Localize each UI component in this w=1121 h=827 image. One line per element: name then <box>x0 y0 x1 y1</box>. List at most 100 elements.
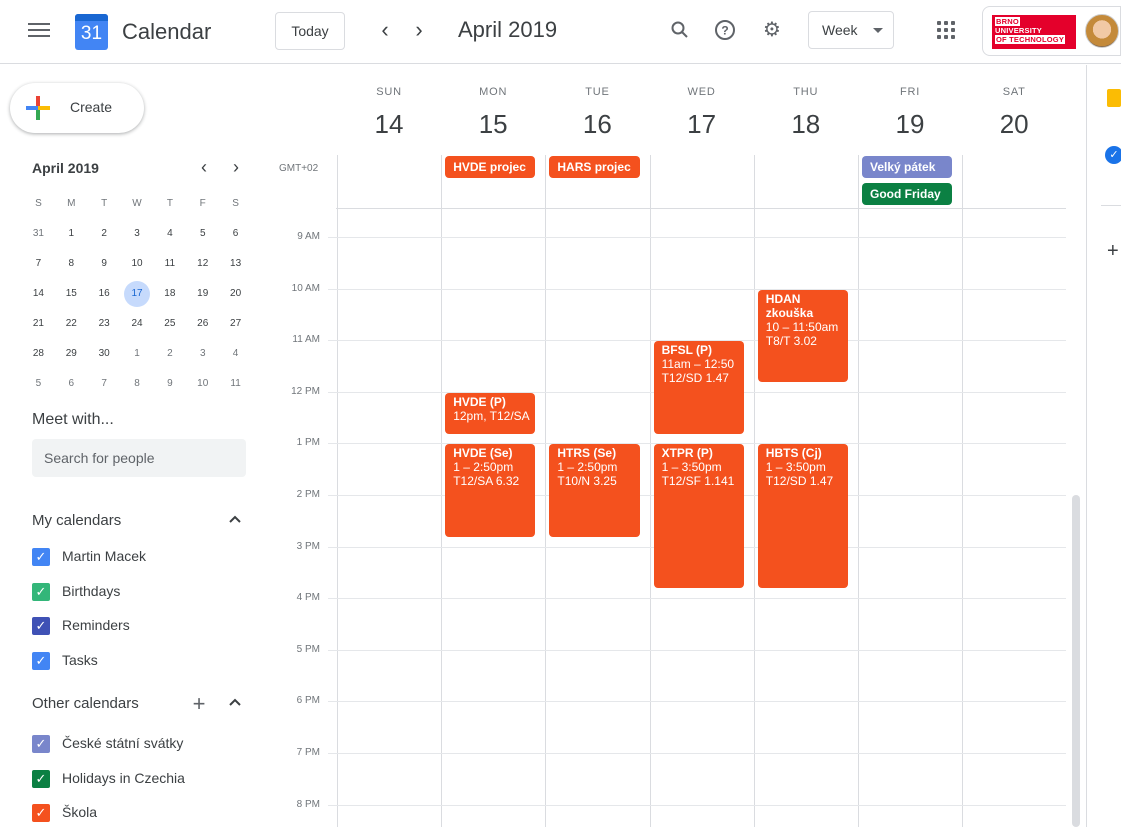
search-people-input[interactable] <box>32 439 246 477</box>
search-icon[interactable] <box>665 15 695 45</box>
mini-day[interactable]: 22 <box>55 309 88 339</box>
day-number[interactable]: 15 <box>441 109 545 140</box>
all-day-event[interactable]: Good Friday <box>862 183 953 205</box>
other-calendars-title[interactable]: Other calendars <box>32 695 139 712</box>
checkbox-checked-icon[interactable]: ✓ <box>32 651 50 670</box>
day-number[interactable]: 16 <box>545 109 649 140</box>
mini-day[interactable]: 5 <box>186 219 219 249</box>
calendar-item[interactable]: ✓ Holidays in Czechia <box>32 767 252 791</box>
mini-day[interactable]: 23 <box>88 309 121 339</box>
day-number[interactable]: 17 <box>650 109 754 140</box>
day-number[interactable]: 18 <box>754 109 858 140</box>
mini-day[interactable]: 8 <box>55 249 88 279</box>
mini-day[interactable]: 14 <box>22 279 55 309</box>
mini-next-month-icon[interactable]: › <box>225 156 247 178</box>
day-number[interactable]: 14 <box>337 109 441 140</box>
calendar-item[interactable]: ✓ Martin Macek <box>32 545 252 569</box>
calendar-event[interactable]: HVDE (Se) 1 – 2:50pm T12/SA 6.32 <box>445 444 536 537</box>
all-day-event[interactable]: HARS projec <box>549 156 640 178</box>
mini-prev-month-icon[interactable]: ‹ <box>193 156 215 178</box>
scrollbar[interactable] <box>1072 495 1080 827</box>
calendar-event[interactable]: HVDE (P) 12pm, T12/SA <box>445 392 536 434</box>
view-select[interactable]: Week <box>808 11 894 49</box>
calendar-event[interactable]: HBTS (Cj) 1 – 3:50pm T12/SD 1.47 <box>757 444 848 589</box>
mini-day[interactable]: 9 <box>153 369 186 399</box>
mini-day[interactable]: 15 <box>55 279 88 309</box>
mini-day[interactable]: 6 <box>219 219 252 249</box>
mini-day[interactable]: 20 <box>219 279 252 309</box>
mini-day[interactable]: 21 <box>22 309 55 339</box>
mini-day[interactable]: 3 <box>121 219 154 249</box>
keep-icon[interactable] <box>1107 89 1121 107</box>
mini-day[interactable]: 4 <box>153 219 186 249</box>
mini-day[interactable]: 9 <box>88 249 121 279</box>
calendar-event[interactable]: BFSL (P) 11am – 12:50 T12/SD 1.47 <box>653 341 744 434</box>
mini-day[interactable]: 25 <box>153 309 186 339</box>
mini-day[interactable]: 5 <box>22 369 55 399</box>
day-header[interactable]: FRI 19 <box>858 65 962 153</box>
mini-day[interactable]: 29 <box>55 339 88 369</box>
mini-day[interactable]: 10 <box>121 249 154 279</box>
calendar-item[interactable]: ✓ České státní svátky <box>32 732 252 756</box>
mini-day-today[interactable]: 17 <box>121 279 154 309</box>
mini-day[interactable]: 2 <box>153 339 186 369</box>
app-title[interactable]: Calendar <box>122 19 211 45</box>
mini-day[interactable]: 18 <box>153 279 186 309</box>
all-day-event[interactable]: Velký pátek <box>862 156 953 178</box>
add-addon-icon[interactable]: + <box>1107 241 1119 261</box>
create-button[interactable]: Create <box>10 83 144 133</box>
mini-day[interactable]: 7 <box>22 249 55 279</box>
checkbox-checked-icon[interactable]: ✓ <box>32 769 50 788</box>
mini-day[interactable]: 7 <box>88 369 121 399</box>
mini-day[interactable]: 11 <box>153 249 186 279</box>
day-header[interactable]: SAT 20 <box>962 65 1066 153</box>
checkbox-checked-icon[interactable]: ✓ <box>32 804 50 822</box>
calendar-event[interactable]: HDAN zkouška 10 – 11:50am T8/T 3.02 <box>757 289 848 383</box>
mini-day[interactable]: 12 <box>186 249 219 279</box>
mini-day[interactable]: 16 <box>88 279 121 309</box>
my-calendars-title[interactable]: My calendars <box>32 512 121 529</box>
calendar-item[interactable]: ✓ Reminders <box>32 614 252 638</box>
mini-day[interactable]: 26 <box>186 309 219 339</box>
checkbox-checked-icon[interactable]: ✓ <box>32 617 50 635</box>
day-header[interactable]: THU 18 <box>754 65 858 153</box>
avatar[interactable] <box>1085 14 1119 48</box>
previous-period-icon[interactable]: ‹ <box>371 16 399 44</box>
mini-day[interactable]: 1 <box>121 339 154 369</box>
mini-day[interactable]: 10 <box>186 369 219 399</box>
mini-day[interactable]: 28 <box>22 339 55 369</box>
mini-day[interactable]: 1 <box>55 219 88 249</box>
main-menu-icon[interactable] <box>28 20 50 42</box>
checkbox-checked-icon[interactable]: ✓ <box>32 735 50 753</box>
help-icon[interactable]: ? <box>710 15 740 45</box>
day-header[interactable]: TUE 16 <box>545 65 649 153</box>
mini-day[interactable]: 27 <box>219 309 252 339</box>
checkbox-checked-icon[interactable]: ✓ <box>32 548 50 566</box>
tasks-icon[interactable]: ✓ <box>1105 146 1121 164</box>
chevron-up-icon[interactable] <box>226 512 244 530</box>
calendar-event[interactable]: XTPR (P) 1 – 3:50pm T12/SF 1.141 <box>653 444 744 589</box>
calendar-event[interactable]: HTRS (Se) 1 – 2:50pm T10/N 3.25 <box>549 444 640 537</box>
all-day-event[interactable]: HVDE projec <box>445 156 536 178</box>
mini-day[interactable]: 24 <box>121 309 154 339</box>
day-header[interactable]: WED 17 <box>650 65 754 153</box>
day-number[interactable]: 20 <box>962 109 1066 140</box>
mini-day[interactable]: 30 <box>88 339 121 369</box>
calendar-item[interactable]: ✓ Škola <box>32 801 252 825</box>
settings-icon[interactable]: ⚙ <box>757 15 787 45</box>
mini-day[interactable]: 4 <box>219 339 252 369</box>
mini-day[interactable]: 11 <box>219 369 252 399</box>
next-period-icon[interactable]: › <box>405 16 433 44</box>
calendar-item[interactable]: ✓ Tasks <box>32 649 252 673</box>
checkbox-checked-icon[interactable]: ✓ <box>32 582 50 601</box>
mini-day[interactable]: 8 <box>121 369 154 399</box>
day-number[interactable]: 19 <box>858 109 962 140</box>
mini-day[interactable]: 3 <box>186 339 219 369</box>
mini-day[interactable]: 2 <box>88 219 121 249</box>
day-header[interactable]: SUN 14 <box>337 65 441 153</box>
mini-day[interactable]: 19 <box>186 279 219 309</box>
calendar-logo-icon[interactable]: 31 <box>75 14 108 50</box>
calendar-item[interactable]: ✓ Birthdays <box>32 580 252 604</box>
add-calendar-icon[interactable]: + <box>190 693 208 715</box>
mini-day[interactable]: 31 <box>22 219 55 249</box>
